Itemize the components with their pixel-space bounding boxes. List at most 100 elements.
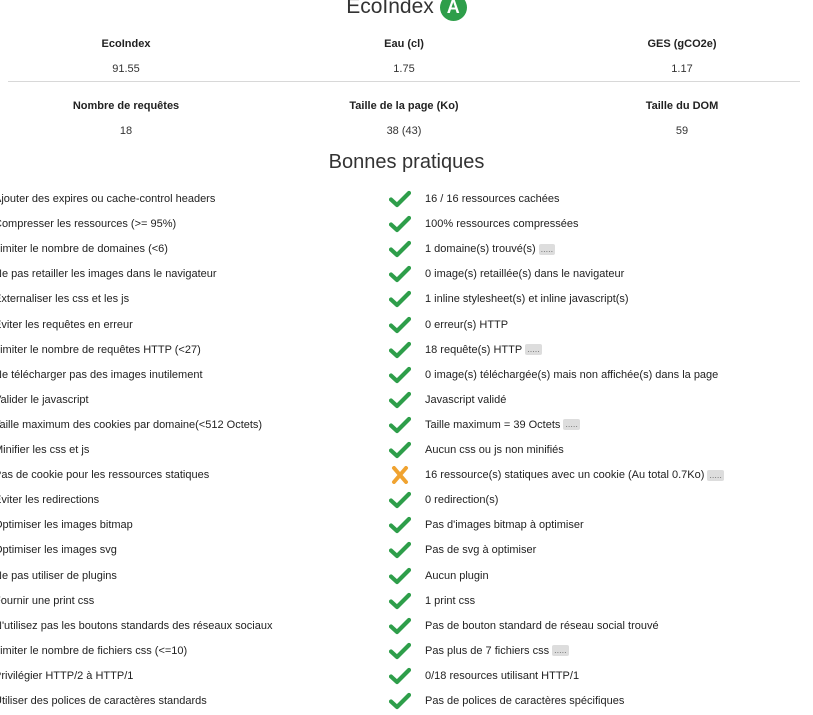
check-icon (388, 491, 412, 509)
check-icon (388, 240, 412, 258)
practice-result-text: Pas de svg à optimiser (425, 544, 537, 557)
practice-row: Optimiser les images svg Pas de svg à opt… (0, 538, 813, 563)
practice-row: N'utilisez pas les boutons standards des… (0, 614, 813, 639)
practice-result: 1 domaine(s) trouvé(s)..... (425, 237, 556, 262)
practice-result-text: Taille maximum = 39 Octets (425, 418, 561, 431)
practice-result-text: Aucun plugin (425, 569, 489, 582)
practice-result: 0 erreur(s) HTTP (425, 313, 508, 338)
practice-name: Externaliser les css et les js (0, 293, 130, 306)
metric-value: 18 (119, 125, 133, 137)
practice-row: Limiter le nombre de requêtes HTTP (<27)… (0, 338, 813, 363)
more-details-button[interactable]: ..... (538, 243, 556, 255)
title-text: EcoIndex (346, 0, 434, 19)
practice-name: Optimiser les images svg (0, 544, 117, 557)
practice-result-text: 1 inline stylesheet(s) et inline javascr… (425, 293, 629, 306)
check-icon (388, 341, 412, 359)
practice-name: Utiliser des polices de caractères stand… (0, 695, 207, 707)
practice-name: Limiter le nombre de requêtes HTTP (<27) (0, 343, 201, 356)
practice-result-text: 16 ressource(s) statiques avec un cookie… (425, 469, 705, 482)
practice-name: Minifier les css et js (0, 444, 90, 456)
practice-result-text: 100% ressources compressées (425, 218, 579, 231)
practice-result-text: Pas plus de 7 fichiers css (425, 644, 550, 657)
cross-icon (389, 466, 411, 485)
more-details-button[interactable]: ..... (563, 419, 580, 431)
practice-name: Privilégier HTTP/2 à HTTP/1 (0, 669, 134, 682)
metric-requetes: Nombre de requêtes 18 (0, 100, 256, 137)
practice-name: Eviter les redirections (0, 494, 100, 507)
practice-result-text: 16 / 16 ressources cachées (425, 193, 560, 205)
practice-result-text: 0 image(s) téléchargée(s) mais non affic… (425, 368, 719, 381)
practice-result: Pas d'images bitmap à optimiser (425, 513, 584, 538)
section-title-bonnes-pratiques: Bonnes pratiques (328, 151, 485, 173)
practice-row: Compresser les ressources (>= 95%) 100% r… (0, 212, 813, 237)
practice-row: Limiter le nombre de fichiers css (<=10)… (0, 639, 813, 664)
practice-result: Pas de svg à optimiser (425, 538, 536, 563)
practice-result: Taille maximum = 39 Octets..... (425, 413, 580, 438)
metric-ecoindex: EcoIndex 91.55 (0, 38, 256, 75)
check-icon (388, 441, 412, 459)
practice-result-text: Aucun css ou js non minifiés (425, 444, 564, 456)
check-icon (388, 265, 412, 283)
practice-row: Eviter les redirections 0 redirection(s) (0, 488, 813, 513)
practice-result-text: Pas de polices de caractères spécifiques (425, 695, 625, 707)
practice-result-text: 18 requête(s) HTTP (425, 343, 523, 356)
metric-label: Taille du DOM (645, 100, 719, 112)
practice-result: 100% ressources compressées (425, 212, 578, 237)
practice-row: Externaliser les css et les js 1 inline s… (0, 287, 813, 312)
check-icon (388, 416, 412, 434)
practice-row: Ne télécharger pas des images inutilemen… (0, 363, 813, 388)
practice-result-text: 0 redirection(s) (425, 494, 499, 507)
metric-label: EcoIndex (101, 38, 151, 50)
metric-ges: GES (gCO2e) 1.17 (552, 38, 812, 75)
practice-row: Limiter le nombre de domaines (<6) 1 doma… (0, 237, 813, 262)
practice-result-text: 0 erreur(s) HTTP (425, 318, 509, 331)
practice-name: Valider le javascript (0, 393, 89, 406)
metric-eau: Eau (cl) 1.75 (274, 38, 534, 75)
metric-label: Taille de la page (Ko) (349, 100, 459, 112)
metric-taille-dom: Taille du DOM 59 (552, 100, 812, 137)
practice-name: Ne pas utiliser de plugins (0, 569, 117, 582)
check-icon (388, 567, 412, 585)
practice-name: Fournir une print css (0, 594, 95, 607)
practice-result: Pas de bouton standard de réseau social … (425, 614, 659, 639)
more-details-button[interactable]: ..... (525, 344, 542, 356)
practice-result: 16 ressource(s) statiques avec un cookie… (425, 463, 724, 488)
metric-taille-page: Taille de la page (Ko) 38 (43) (274, 100, 534, 137)
check-icon (388, 617, 412, 635)
practice-name: Ne télécharger pas des images inutilemen… (0, 368, 203, 381)
practice-name: Ajouter des expires ou cache-control hea… (0, 193, 216, 205)
metric-value: 91.55 (112, 63, 140, 75)
practice-result: 1 print css (425, 589, 475, 614)
check-icon (388, 215, 412, 233)
practice-result: Aucun css ou js non minifiés (425, 438, 564, 463)
practice-name: Limiter le nombre de domaines (<6) (0, 243, 168, 256)
more-details-button[interactable]: ..... (552, 645, 569, 657)
practice-result-text: 1 print css (425, 594, 476, 607)
practice-result: 0/18 resources utilisant HTTP/1 (425, 664, 579, 689)
practice-row: Ne pas utiliser de plugins Aucun plugin (0, 564, 813, 589)
practice-result-text: 0 image(s) retaillée(s) dans le navigate… (425, 268, 625, 281)
practice-row: Taille maximum des cookies par domaine(<… (0, 413, 813, 438)
metric-label: GES (gCO2e) (647, 38, 717, 50)
practice-name: Eviter les requêtes en erreur (0, 318, 133, 331)
check-icon (388, 391, 412, 409)
practice-row: Fournir une print css 1 print css (0, 589, 813, 614)
practice-result-text: Javascript validé (425, 393, 507, 406)
practice-result: 16 / 16 ressources cachées (425, 187, 560, 212)
practice-name: Taille maximum des cookies par domaine(<… (0, 418, 263, 431)
practice-result: 1 inline stylesheet(s) et inline javascr… (425, 287, 629, 312)
check-icon (388, 642, 412, 660)
practice-result: Pas plus de 7 fichiers css..... (425, 639, 569, 664)
practice-name: N'utilisez pas les boutons standards des… (0, 619, 273, 632)
check-icon (388, 516, 412, 534)
more-details-button[interactable]: ..... (707, 469, 724, 481)
practice-result: 0 redirection(s) (425, 488, 498, 513)
practice-result: 18 requête(s) HTTP..... (425, 338, 542, 363)
practice-row: Privilégier HTTP/2 à HTTP/1 0/18 resource… (0, 664, 813, 689)
check-icon (388, 190, 412, 208)
check-icon (388, 290, 412, 308)
practice-result-text: 1 domaine(s) trouvé(s) (425, 243, 536, 256)
check-icon (388, 592, 412, 610)
practice-name: Optimiser les images bitmap (0, 519, 133, 532)
metric-label: Eau (cl) (384, 38, 424, 50)
